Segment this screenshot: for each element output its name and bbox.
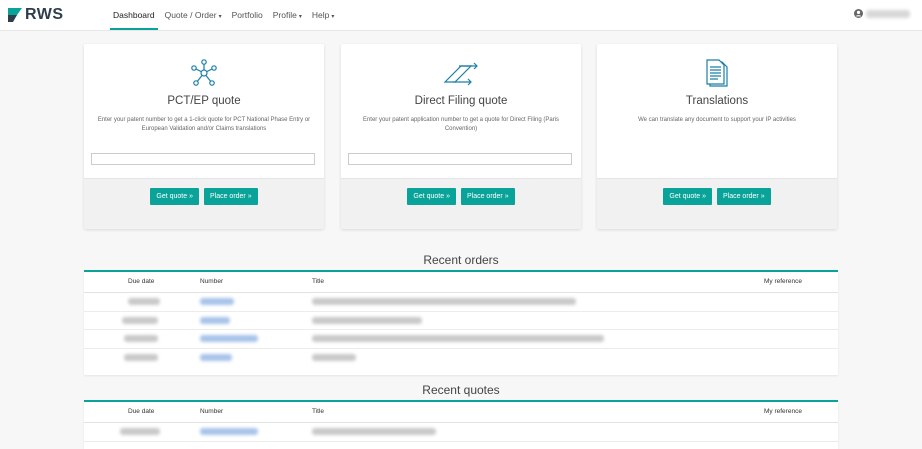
redacted-number-link[interactable]: [200, 428, 258, 435]
card-title: PCT/EP quote: [167, 95, 241, 107]
nav-quote-order[interactable]: Quote / Order ▾: [160, 0, 227, 30]
card-title: Translations: [685, 95, 749, 107]
direct-filing-quote-card: Direct Filing quote Enter your patent ap…: [341, 44, 581, 229]
user-avatar-icon: [854, 9, 863, 18]
card-description: Enter your patent number to get a 1-clic…: [97, 117, 311, 132]
main-nav: Dashboard Quote / Order ▾ Portfolio Profi…: [108, 0, 339, 30]
rws-logo-mark-icon: [8, 8, 22, 22]
direct-filing-application-input[interactable]: [348, 153, 572, 165]
table-row[interactable]: [84, 330, 838, 349]
redacted-title: [312, 335, 604, 342]
column-my-reference[interactable]: My reference: [764, 402, 802, 422]
card-actions: Get quote » Place order »: [341, 178, 581, 229]
redacted-due-date: [124, 335, 158, 342]
nav-portfolio[interactable]: Portfolio: [227, 0, 268, 30]
top-navbar: RWS Dashboard Quote / Order ▾ Portfolio P…: [0, 0, 922, 31]
nav-profile[interactable]: Profile ▾: [268, 0, 307, 30]
place-order-button[interactable]: Place order »: [716, 188, 771, 205]
table-row[interactable]: [84, 423, 838, 442]
nav-dashboard-label: Dashboard: [113, 10, 155, 20]
nav-quote-order-label: Quote / Order: [164, 10, 217, 20]
column-title[interactable]: Title: [312, 402, 324, 422]
card-description: We can translate any document to support…: [638, 117, 796, 123]
redacted-title: [312, 298, 576, 305]
column-due-date[interactable]: Due date: [128, 272, 154, 292]
place-order-button[interactable]: Place order »: [203, 188, 258, 205]
get-quote-button[interactable]: Get quote »: [663, 188, 712, 205]
redacted-number-link[interactable]: [200, 335, 258, 342]
redacted-due-date: [120, 428, 160, 435]
redacted-due-date: [128, 298, 160, 305]
redacted-due-date: [122, 316, 158, 324]
recent-quotes-table: Due date Number Title My reference: [84, 400, 838, 449]
chevron-down-icon: ▾: [218, 14, 222, 20]
column-number[interactable]: Number: [200, 402, 223, 422]
card-actions: Get quote » Place order »: [84, 178, 324, 229]
column-my-reference[interactable]: My reference: [764, 272, 802, 292]
column-title[interactable]: Title: [312, 272, 324, 292]
recent-quotes-title: Recent quotes: [422, 383, 500, 397]
redacted-due-date: [124, 353, 158, 361]
column-due-date[interactable]: Due date: [128, 402, 154, 422]
redacted-title: [312, 428, 436, 435]
table-header: Due date Number Title My reference: [84, 272, 838, 293]
redacted-number-link[interactable]: [200, 353, 232, 361]
redacted-number-link[interactable]: [200, 316, 230, 324]
rws-logo[interactable]: RWS: [8, 6, 64, 24]
direct-filing-arrows-icon: [443, 62, 478, 86]
get-quote-button[interactable]: Get quote »: [407, 188, 456, 205]
table-header: Due date Number Title My reference: [84, 402, 838, 423]
redacted-title: [312, 353, 356, 361]
nav-dashboard[interactable]: Dashboard: [108, 0, 160, 30]
nav-help[interactable]: Help ▾: [307, 0, 340, 30]
table-row[interactable]: [84, 312, 838, 330]
chevron-down-icon: ▾: [331, 14, 335, 20]
translations-card: Translations We can translate any docume…: [597, 44, 837, 229]
user-name-redacted: [866, 9, 910, 18]
redacted-title: [312, 316, 422, 324]
pct-ep-quote-card: PCT/EP quote Enter your patent number to…: [84, 44, 324, 229]
nav-profile-label: Profile: [272, 10, 297, 20]
card-actions: Get quote » Place order »: [597, 178, 837, 229]
network-nodes-icon: [191, 59, 217, 86]
brand-name: RWS: [25, 6, 64, 23]
pct-patent-number-input[interactable]: [91, 153, 315, 165]
card-description: Enter your patent application number to …: [362, 117, 560, 132]
redacted-number-link[interactable]: [200, 298, 234, 305]
recent-orders-table: Due date Number Title My reference: [84, 270, 838, 375]
recent-orders-title: Recent orders: [423, 253, 499, 267]
card-title: Direct Filing quote: [414, 95, 508, 107]
document-icon: [706, 59, 728, 87]
nav-help-label: Help: [311, 10, 330, 20]
get-quote-button[interactable]: Get quote »: [150, 188, 199, 205]
column-number[interactable]: Number: [200, 272, 223, 292]
table-row[interactable]: [84, 349, 838, 367]
place-order-button[interactable]: Place order »: [460, 188, 515, 205]
table-row[interactable]: [84, 293, 838, 312]
nav-portfolio-label: Portfolio: [231, 10, 263, 20]
chevron-down-icon: ▾: [298, 14, 302, 20]
user-menu[interactable]: [854, 9, 910, 18]
